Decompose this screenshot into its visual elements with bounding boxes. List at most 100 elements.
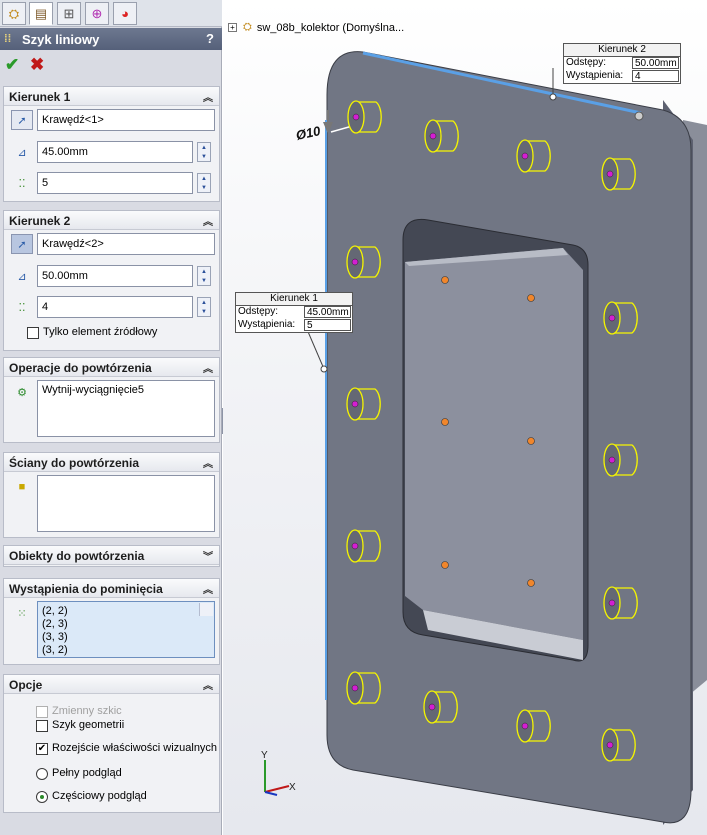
direction2-edge-field[interactable]: Krawędź<2> <box>37 233 215 255</box>
features-header[interactable]: Operacje do powtórzenia ︽ <box>4 358 219 377</box>
reverse-direction1-button[interactable]: ➚ <box>11 110 33 130</box>
skipped-instance-marker[interactable] <box>441 276 449 284</box>
callout-title: Kierunek 2 <box>564 44 680 57</box>
feature-manager-tab[interactable]: ⛭ <box>2 2 26 25</box>
seed-only-checkbox[interactable] <box>27 327 39 339</box>
direction2-instances-spinner[interactable]: ▲ ▼ <box>197 297 211 317</box>
graphics-viewport[interactable]: + ⛭ sw_08b_kolektor (Domyślna... Ø10 Y X… <box>223 0 707 835</box>
collapse-chevron-icon[interactable]: ︽ <box>203 677 213 692</box>
property-manager-tab[interactable]: ▤ <box>29 2 53 25</box>
direction1-header[interactable]: Kierunek 1 ︽ <box>4 87 219 106</box>
callout-spacing-label: Odstępy: <box>566 57 607 68</box>
manager-tab-bar: ⛭ ▤ ⊞ ⊕ ◕ <box>0 0 222 27</box>
callout-spacing-value[interactable]: 50.00mm <box>632 57 679 69</box>
direction1-instances-spinner[interactable]: ▲ ▼ <box>197 173 211 193</box>
seed-only-label: Tylko element źródłowy <box>43 326 158 338</box>
collapse-chevron-icon[interactable]: ︽ <box>203 581 213 596</box>
callout-instances-value[interactable]: 5 <box>304 319 351 331</box>
expand-chevron-icon[interactable]: ︾ <box>203 548 213 563</box>
callout-instances-value[interactable]: 4 <box>632 70 679 82</box>
list-item[interactable]: Wytnij-wyciągnięcie5 <box>42 384 210 397</box>
property-manager-panel: ⛭ ▤ ⊞ ⊕ ◕ ⁞⁞ Szyk liniowy ? ✔ ✖ Kierunek… <box>0 0 222 835</box>
dimxpert-manager-tab[interactable]: ⊕ <box>85 2 109 25</box>
direction1-edge-field[interactable]: Krawędź<1> <box>37 109 215 131</box>
bodies-header[interactable]: Obiekty do powtórzenia ︾ <box>4 546 219 565</box>
list-item[interactable]: (3, 2) <box>42 644 210 657</box>
hole-instance[interactable] <box>424 119 459 153</box>
display-manager-tab[interactable]: ◕ <box>113 2 137 25</box>
hole-instance[interactable] <box>516 709 551 743</box>
collapse-chevron-icon[interactable]: ︽ <box>203 89 213 104</box>
faces-header[interactable]: Ściany do powtórzenia ︽ <box>4 453 219 472</box>
list-item[interactable]: (3, 3) <box>42 631 210 644</box>
variable-sketch-checkbox[interactable] <box>36 706 48 718</box>
skipped-instance-marker[interactable] <box>441 561 449 569</box>
direction1-title: Kierunek 1 <box>9 90 71 104</box>
options-header[interactable]: Opcje ︽ <box>4 675 219 694</box>
skip-header[interactable]: Wystąpienia do pominięcia ︽ <box>4 579 219 598</box>
ok-button[interactable]: ✔ <box>5 55 19 75</box>
direction2-title: Kierunek 2 <box>9 214 71 228</box>
linear-pattern-icon: ⁞⁞ <box>4 33 12 45</box>
collapse-chevron-icon[interactable]: ︽ <box>203 213 213 228</box>
configuration-icon: ⊞ <box>63 5 75 21</box>
hole-instance[interactable] <box>346 245 381 279</box>
propagate-visual-checkbox[interactable]: ✔ <box>36 743 48 755</box>
hole-diameter-label[interactable]: Ø10 <box>295 123 323 143</box>
hole-instance[interactable] <box>423 690 458 724</box>
direction1-instances-input[interactable]: 5 <box>37 172 193 194</box>
skipped-instance-marker[interactable] <box>527 294 535 302</box>
hole-instance[interactable] <box>516 139 551 173</box>
direction2-instances-input[interactable]: 4 <box>37 296 193 318</box>
hole-instance[interactable] <box>603 586 638 620</box>
list-scrollbar[interactable] <box>199 603 213 616</box>
hole-instance[interactable] <box>347 100 382 134</box>
hole-instance[interactable] <box>346 671 381 705</box>
list-item[interactable]: (2, 3) <box>42 618 210 631</box>
panel-title: Szyk liniowy <box>22 31 100 47</box>
direction1-spacing-input[interactable]: 45.00mm <box>37 141 193 163</box>
hole-instance[interactable] <box>346 387 381 421</box>
inner-wall <box>405 248 583 640</box>
features-to-pattern-group: Operacje do powtórzenia ︽ ⚙ Wytnij-wyciąg… <box>3 357 220 443</box>
geometry-pattern-checkbox[interactable] <box>36 720 48 732</box>
direction1-callout[interactable]: Kierunek 1 Odstępy: 45.00mm Wystąpienia: 5 <box>235 292 353 333</box>
hole-instance[interactable] <box>601 157 636 191</box>
list-item[interactable]: (2, 2) <box>42 605 210 618</box>
spacing-d1-icon: ⊿ <box>17 146 27 159</box>
hole-instance[interactable] <box>603 443 638 477</box>
direction2-header[interactable]: Kierunek 2 ︽ <box>4 211 219 230</box>
skipped-instance-marker[interactable] <box>527 579 535 587</box>
bodies-to-pattern-group: Obiekty do powtórzenia ︾ <box>3 545 220 567</box>
direction2-spacing-input[interactable]: 50.00mm <box>37 265 193 287</box>
collapse-chevron-icon[interactable]: ︽ <box>203 360 213 375</box>
options-title: Opcje <box>9 678 43 692</box>
callout-spacing-label: Odstępy: <box>238 306 279 317</box>
features-list[interactable]: Wytnij-wyciągnięcie5 <box>37 380 215 437</box>
callout-spacing-value[interactable]: 45.00mm <box>304 306 351 318</box>
instances-icon: ⁚⁚ <box>18 301 26 314</box>
instances-icon: ⁚⁚ <box>18 177 26 190</box>
skipped-instance-marker[interactable] <box>441 418 449 426</box>
skipped-instance-marker[interactable] <box>527 437 535 445</box>
hole-instance[interactable] <box>346 529 381 563</box>
skip-instances-list[interactable]: (2, 2) (2, 3) (3, 3) (3, 2) <box>37 601 215 658</box>
geometry-pattern-label: Szyk geometrii <box>52 719 125 731</box>
configuration-manager-tab[interactable]: ⊞ <box>57 2 81 25</box>
arrow-diagonal-icon: ➚ <box>17 114 27 127</box>
callout-instances-label: Wystąpienia: <box>238 319 296 330</box>
feature-tree-icon: ⛭ <box>8 5 20 21</box>
direction2-callout[interactable]: Kierunek 2 Odstępy: 50.00mm Wystąpienia: 4 <box>563 43 681 84</box>
full-preview-radio[interactable] <box>36 768 48 780</box>
direction1-spacing-spinner[interactable]: ▲ ▼ <box>197 142 211 162</box>
partial-preview-radio[interactable] <box>36 791 48 803</box>
hole-instance[interactable] <box>603 301 638 335</box>
faces-list[interactable] <box>37 475 215 532</box>
hole-instance[interactable] <box>601 728 636 762</box>
cancel-button[interactable]: ✖ <box>30 55 44 75</box>
direction2-spacing-spinner[interactable]: ▲ ▼ <box>197 266 211 286</box>
collapse-chevron-icon[interactable]: ︽ <box>203 455 213 470</box>
reverse-direction2-button[interactable]: ➚ <box>11 234 33 254</box>
help-button[interactable]: ? <box>206 31 214 46</box>
skip-instances-icon: ⁙ <box>17 607 27 620</box>
